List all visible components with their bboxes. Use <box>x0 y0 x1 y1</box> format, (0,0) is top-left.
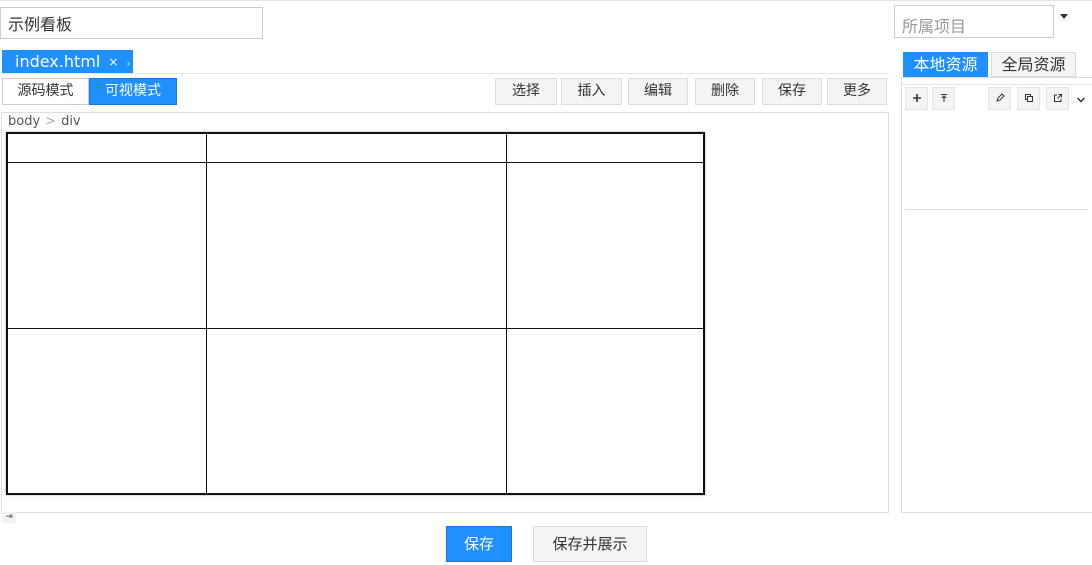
table-cell[interactable] <box>8 329 207 493</box>
chevron-right-icon[interactable]: › <box>126 57 130 70</box>
insert-button[interactable]: 插入 <box>561 78 622 105</box>
file-tab-label: index.html <box>15 52 101 71</box>
file-tab-index-html[interactable]: index.html × › <box>2 50 133 74</box>
table-cell[interactable] <box>207 134 507 163</box>
plus-icon[interactable] <box>905 87 928 110</box>
resource-divider <box>905 209 1088 210</box>
external-link-icon[interactable] <box>1046 87 1069 110</box>
upload-icon[interactable] <box>932 87 955 110</box>
edit-button[interactable]: 编辑 <box>628 78 688 105</box>
tab-global-resources[interactable]: 全局资源 <box>991 52 1076 77</box>
layout-table[interactable] <box>6 132 705 495</box>
resource-panel <box>901 77 1092 513</box>
save-and-show-button[interactable]: 保存并展示 <box>533 526 647 562</box>
table-cell[interactable] <box>8 163 207 329</box>
table-cell[interactable] <box>207 163 507 329</box>
more-button[interactable]: 更多 <box>827 78 887 105</box>
table-cell[interactable] <box>507 134 703 163</box>
select-button[interactable]: 选择 <box>495 78 557 105</box>
source-mode-button[interactable]: 源码模式 <box>2 78 89 105</box>
table-cell[interactable] <box>507 329 703 493</box>
tab-local-resources[interactable]: 本地资源 <box>903 52 988 77</box>
delete-button[interactable]: 删除 <box>695 78 755 105</box>
resource-toolbar-divider <box>901 84 1092 85</box>
breadcrumb: body > div <box>8 114 81 129</box>
top-divider <box>0 0 1092 1</box>
close-icon[interactable]: × <box>108 55 118 69</box>
board-title-input[interactable] <box>0 7 263 39</box>
breadcrumb-separator: > <box>45 114 57 129</box>
breadcrumb-item-div[interactable]: div <box>61 114 81 129</box>
toolbar-save-button[interactable]: 保存 <box>762 78 822 105</box>
table-cell[interactable] <box>507 163 703 329</box>
project-select[interactable]: 所属项目 <box>894 5 1054 38</box>
chevron-down-icon[interactable] <box>1076 93 1086 107</box>
copy-icon[interactable] <box>1017 87 1040 110</box>
expand-panel-icon[interactable]: ⇥ <box>2 512 16 523</box>
tabs-divider <box>2 73 889 74</box>
save-button[interactable]: 保存 <box>446 526 512 562</box>
visual-mode-button[interactable]: 可视模式 <box>89 78 177 105</box>
table-cell[interactable] <box>207 329 507 493</box>
pencil-icon[interactable] <box>988 87 1011 110</box>
table-cell[interactable] <box>8 134 207 163</box>
breadcrumb-item-body[interactable]: body <box>8 114 40 129</box>
dropdown-caret-icon[interactable] <box>1060 14 1068 19</box>
